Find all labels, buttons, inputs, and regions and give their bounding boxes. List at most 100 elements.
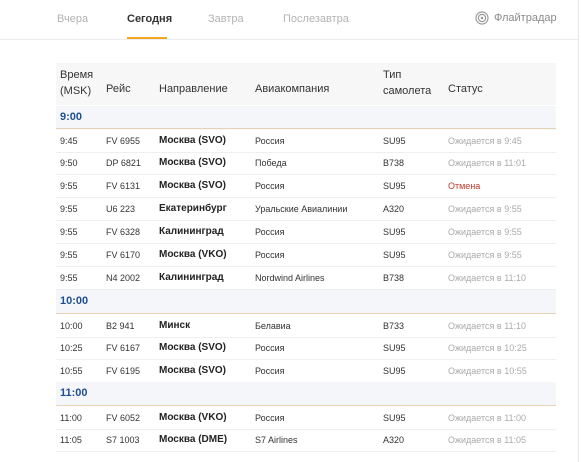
flight-aircraft: B738 [383, 158, 405, 168]
header-direction: Направление [159, 83, 228, 95]
flight-number: FV 6170 [106, 250, 141, 260]
flight-status: Ожидается в 9:55 [448, 204, 522, 214]
table-row[interactable]: 9:55 FV 6328 Калининград Россия SU95 Ожидаетс… [56, 220, 556, 244]
flight-time: 9:55 [60, 273, 78, 283]
flight-status: Отмена [448, 181, 481, 191]
flight-destination: Москва (SVO) [159, 135, 227, 146]
flight-status: Ожидается в 9:55 [448, 227, 522, 237]
flight-status: Ожидается в 9:45 [448, 136, 522, 146]
header-time-label: Время [60, 69, 94, 81]
flight-time: 9:50 [60, 158, 78, 168]
flight-aircraft: SU95 [383, 227, 406, 237]
flight-airline: Уральские Авиалинии [255, 204, 348, 214]
flight-destination: Москва (VKO) [159, 412, 227, 423]
flight-time: 10:25 [60, 343, 83, 353]
flight-time: 9:45 [60, 136, 78, 146]
flight-aircraft: SU95 [383, 343, 406, 353]
table-row[interactable]: 10:55 FV 6195 Москва (SVO) Россия SU95 Ожидае… [56, 359, 556, 383]
flight-aircraft: A320 [383, 204, 405, 214]
flight-status: Ожидается в 11:10 [448, 321, 527, 331]
flight-status: Ожидается в 11:01 [448, 158, 527, 168]
flight-status: Ожидается в 11:00 [448, 413, 527, 423]
table-row[interactable]: 9:55 N4 2002 Калининград Nordwind Airlines B… [56, 266, 556, 290]
tabs-divider [0, 39, 578, 40]
header-flight: Рейс [106, 83, 131, 95]
flight-status: Ожидается в 10:25 [448, 343, 527, 353]
flight-time: 11:05 [60, 435, 82, 445]
flight-number: S7 1003 [106, 435, 140, 445]
flight-status: Ожидается в 10:55 [448, 366, 527, 376]
flight-time: 9:55 [60, 227, 78, 237]
hour-group-header: 10:00 [56, 290, 556, 314]
header-airline: Авиакомпания [255, 83, 330, 95]
table-row[interactable]: 11:05 S7 1003 Москва (DME) S7 Airlines A320 О… [56, 428, 556, 452]
tab-day-after-tomorrow[interactable]: Послезавтра [283, 13, 349, 25]
header-aircraft: Тип самолета [383, 67, 431, 99]
flight-airline: Россия [255, 366, 285, 376]
flight-status: Ожидается в 11:10 [448, 273, 527, 283]
table-row[interactable]: 9:50 DP 6821 Москва (SVO) Победа B738 Ожидает… [56, 151, 556, 175]
hour-label: 9:00 [60, 111, 83, 123]
table-row[interactable]: 11:00 FV 6052 Москва (VKO) Россия SU95 Ожидае… [56, 405, 556, 430]
table-row[interactable]: 10:25 FV 6167 Москва (SVO) Россия SU95 Ожидае… [56, 336, 556, 360]
flight-airline: Россия [255, 250, 285, 260]
flight-board: Вчера Сегодня Завтра Послезавтра Флайтра… [0, 0, 579, 462]
flight-status: Ожидается в 11:05 [448, 435, 527, 445]
flight-number: FV 6052 [106, 413, 141, 423]
flight-aircraft: B733 [383, 321, 405, 331]
flight-aircraft: SU95 [383, 136, 406, 146]
tab-yesterday[interactable]: Вчера [57, 13, 88, 25]
hour-label: 10:00 [60, 295, 89, 307]
header-status: Статус [448, 83, 483, 95]
table-row[interactable]: 9:45 FV 6955 Москва (SVO) Россия SU95 Ожидает… [56, 128, 556, 153]
flight-destination: Москва (DME) [159, 434, 228, 445]
flight-number: U6 223 [106, 204, 136, 214]
flight-destination: Калининград [159, 272, 224, 283]
flight-airline: Россия [255, 343, 285, 353]
day-tabs: Вчера Сегодня Завтра Послезавтра Флайтра… [0, 0, 578, 40]
flight-aircraft: SU95 [383, 250, 406, 260]
hour-group-header: 9:00 [56, 106, 556, 130]
hour-group-header: 11:00 [56, 382, 556, 406]
header-aircraft-label: Тип [383, 69, 402, 81]
tab-today[interactable]: Сегодня [127, 13, 172, 25]
flight-number: DP 6821 [106, 158, 141, 168]
flight-airline: Nordwind Airlines [255, 273, 325, 283]
flight-destination: Москва (SVO) [159, 365, 227, 376]
flight-airline: Россия [255, 413, 285, 423]
flight-airline: Победа [255, 158, 287, 168]
flight-destination: Минск [159, 320, 191, 331]
header-time: Время (MSK) [60, 67, 93, 99]
flight-destination: Москва (SVO) [159, 157, 227, 168]
table-row[interactable]: 9:55 FV 6170 Москва (VKO) Россия SU95 Ожидает… [56, 243, 556, 267]
flight-number: N4 2002 [106, 273, 141, 283]
table-header: Время (MSK) Рейс Направление Авиакомпани… [56, 63, 556, 105]
flight-aircraft: SU95 [383, 413, 406, 423]
flightradar-link[interactable]: Флайтрадар [475, 11, 557, 25]
flight-number: FV 6131 [106, 181, 141, 191]
flight-airline: S7 Airlines [255, 435, 298, 445]
flight-airline: Россия [255, 136, 285, 146]
flight-airline: Россия [255, 181, 285, 191]
brand-label: Флайтрадар [494, 12, 557, 24]
flight-status: Ожидается в 9:55 [448, 250, 522, 260]
flight-aircraft: B738 [383, 273, 405, 283]
header-time-zone: (MSK) [60, 85, 92, 97]
flight-time: 9:55 [60, 181, 78, 191]
flight-destination: Москва (SVO) [159, 342, 227, 353]
table-row[interactable]: 9:55 U6 223 Екатеринбург Уральские Авиалини… [56, 197, 556, 221]
flight-time: 10:55 [60, 366, 83, 376]
flight-aircraft: SU95 [383, 366, 406, 376]
flight-destination: Екатеринбург [159, 203, 227, 214]
table-row[interactable]: 9:55 FV 6131 Москва (SVO) Россия SU95 Отмена [56, 174, 556, 198]
radar-icon [475, 11, 489, 25]
flight-time: 10:00 [60, 321, 83, 331]
flight-airline: Россия [255, 227, 285, 237]
flight-airline: Белавиа [255, 321, 291, 331]
flight-number: FV 6167 [106, 343, 141, 353]
flight-time: 9:55 [60, 250, 78, 260]
flight-number: FV 6328 [106, 227, 141, 237]
tab-tomorrow[interactable]: Завтра [208, 13, 244, 25]
table-row[interactable]: 10:00 B2 941 Минск Белавиа B733 Ожидается в 1… [56, 313, 556, 338]
header-aircraft-label-2: самолета [383, 85, 432, 97]
